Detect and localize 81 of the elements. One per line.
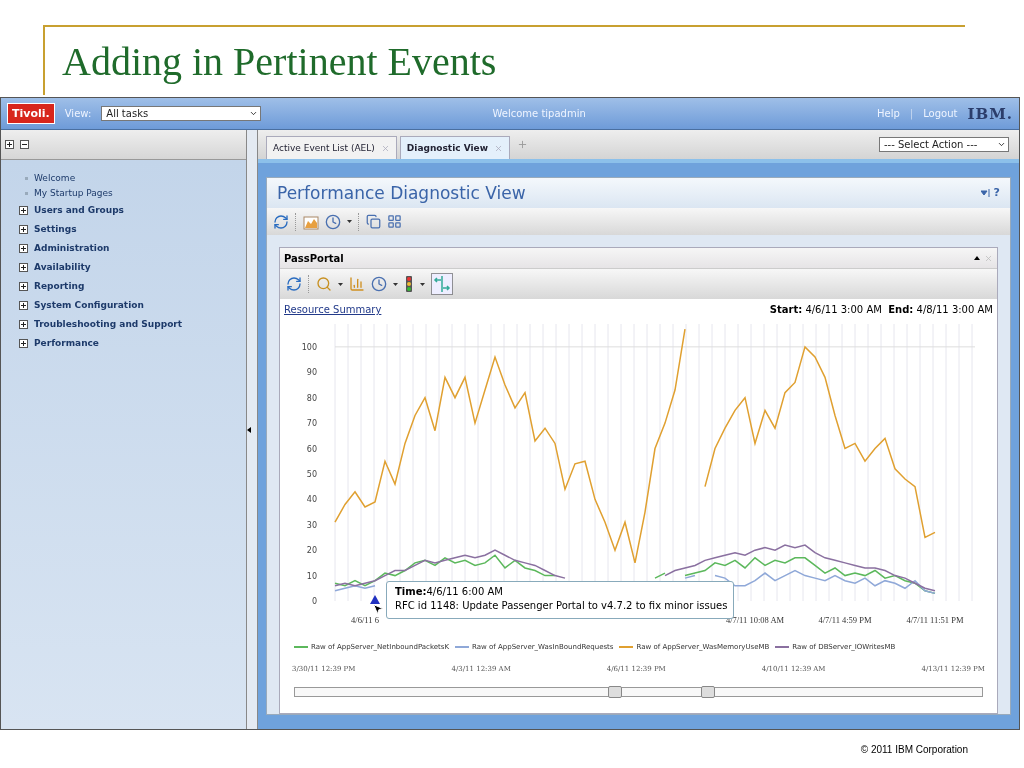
slider-thumb[interactable] bbox=[701, 686, 716, 699]
axis-label: 4/7/11 11:51 PM bbox=[906, 615, 964, 626]
sidebar-item[interactable]: Welcome bbox=[19, 172, 246, 184]
grid-icon[interactable] bbox=[387, 214, 402, 229]
sidebar-item[interactable]: Administration bbox=[19, 240, 246, 256]
ibm-logo: IBM. bbox=[967, 104, 1013, 123]
axis-label: 80 bbox=[306, 394, 317, 404]
dropdown-icon[interactable] bbox=[249, 109, 259, 118]
axis-label: 40 bbox=[306, 495, 317, 505]
caret-icon[interactable] bbox=[393, 282, 398, 286]
sidebar-item[interactable]: Settings bbox=[19, 221, 246, 237]
axis-label: 60 bbox=[306, 444, 317, 454]
axis-label: 0 bbox=[311, 597, 317, 607]
legend-swatch bbox=[619, 646, 634, 649]
axis-label: 50 bbox=[306, 470, 317, 480]
expand-all-icon[interactable] bbox=[5, 140, 14, 149]
legend-swatch bbox=[455, 646, 470, 649]
view-select[interactable]: All tasks bbox=[101, 106, 262, 121]
caret-icon[interactable] bbox=[338, 282, 343, 286]
bullet-icon bbox=[25, 191, 28, 195]
clock-icon[interactable] bbox=[325, 213, 341, 230]
axis-label: 4/6/11 6 bbox=[351, 615, 379, 626]
resource-summary-link[interactable]: Resource Summary bbox=[284, 303, 382, 315]
caret-icon[interactable] bbox=[420, 282, 425, 286]
sidebar-item[interactable]: System Configuration bbox=[19, 297, 246, 313]
expand-icon[interactable] bbox=[19, 262, 28, 272]
legend-swatch bbox=[775, 646, 790, 649]
tab[interactable]: Active Event List (AEL) bbox=[266, 136, 397, 159]
tooltip-time: Time:4/6/11 6:00 AM bbox=[395, 586, 504, 598]
view-label: View: bbox=[64, 108, 92, 119]
refresh-icon[interactable] bbox=[273, 213, 289, 230]
sidebar-item[interactable]: Troubleshooting and Support bbox=[19, 316, 246, 332]
axis-label: 4/7/11 10:08 AM bbox=[725, 615, 785, 626]
expand-icon[interactable] bbox=[19, 319, 28, 329]
slider-thumb[interactable] bbox=[608, 686, 623, 699]
expand-icon[interactable] bbox=[19, 281, 28, 291]
tooltip-text: RFC id 1148: Update Passenger Portal to v4.7.2 to fix minor issues bbox=[395, 600, 725, 612]
expand-icon[interactable] bbox=[19, 300, 28, 310]
legend-swatch bbox=[294, 646, 308, 649]
bullet-icon bbox=[25, 176, 28, 180]
sidebar-item[interactable]: Reporting bbox=[19, 278, 246, 294]
sidebar-item[interactable]: My Startup Pages bbox=[19, 187, 246, 199]
collapse-all-icon[interactable] bbox=[20, 140, 29, 149]
collapse-icon[interactable] bbox=[974, 256, 980, 261]
axis-label: 20 bbox=[306, 546, 317, 556]
dropdown-icon[interactable] bbox=[997, 140, 1006, 149]
collapse-arrow-icon[interactable] bbox=[247, 426, 251, 433]
sidebar-item[interactable]: Users and Groups bbox=[19, 202, 246, 218]
axis-label: 90 bbox=[306, 368, 317, 378]
collapse-arrows-icon[interactable] bbox=[431, 273, 453, 296]
sidebar-item[interactable]: Availability bbox=[19, 259, 246, 275]
event-marker-icon[interactable] bbox=[370, 595, 380, 605]
clock-icon[interactable] bbox=[371, 276, 387, 293]
traffic-light-icon[interactable] bbox=[404, 276, 414, 293]
portlet-title: PassPortal bbox=[284, 252, 344, 264]
axis-label: 10 bbox=[306, 571, 317, 581]
slide-title: Adding in Pertinent Events bbox=[62, 37, 497, 85]
copyright-text: © 2011 IBM Corporation bbox=[860, 743, 968, 755]
cursor-icon bbox=[372, 603, 384, 616]
windows-icon[interactable] bbox=[366, 214, 381, 229]
axis-label: 30 bbox=[306, 521, 317, 531]
axis-label: 70 bbox=[306, 419, 317, 429]
link-separator: | bbox=[909, 108, 914, 119]
tab[interactable]: Diagnostic View bbox=[399, 136, 510, 159]
axis-label: 4/7/11 4:59 PM bbox=[818, 615, 872, 626]
action-select[interactable]: --- Select Action --- bbox=[879, 137, 1009, 152]
welcome-text: Welcome tipadmin bbox=[492, 108, 586, 119]
expand-icon[interactable] bbox=[19, 338, 28, 348]
tivoli-logo: Tivoli. bbox=[7, 103, 55, 124]
caret-icon[interactable] bbox=[347, 220, 352, 223]
time-range-text: Start: 4/6/11 3:00 AM End: 4/8/11 3:00 AM bbox=[769, 303, 993, 315]
expand-icon[interactable] bbox=[19, 205, 28, 215]
menu-caret-icon[interactable] bbox=[980, 188, 990, 197]
expand-icon[interactable] bbox=[19, 224, 28, 234]
panel-title: Performance Diagnostic View bbox=[277, 182, 526, 203]
sidebar-item[interactable]: Performance bbox=[19, 335, 246, 351]
expand-icon[interactable] bbox=[19, 243, 28, 253]
refresh-icon[interactable] bbox=[286, 276, 302, 293]
time-range-slider[interactable] bbox=[294, 687, 983, 698]
axis-label: 100 bbox=[301, 343, 317, 353]
help-link[interactable]: ? bbox=[993, 186, 1000, 200]
